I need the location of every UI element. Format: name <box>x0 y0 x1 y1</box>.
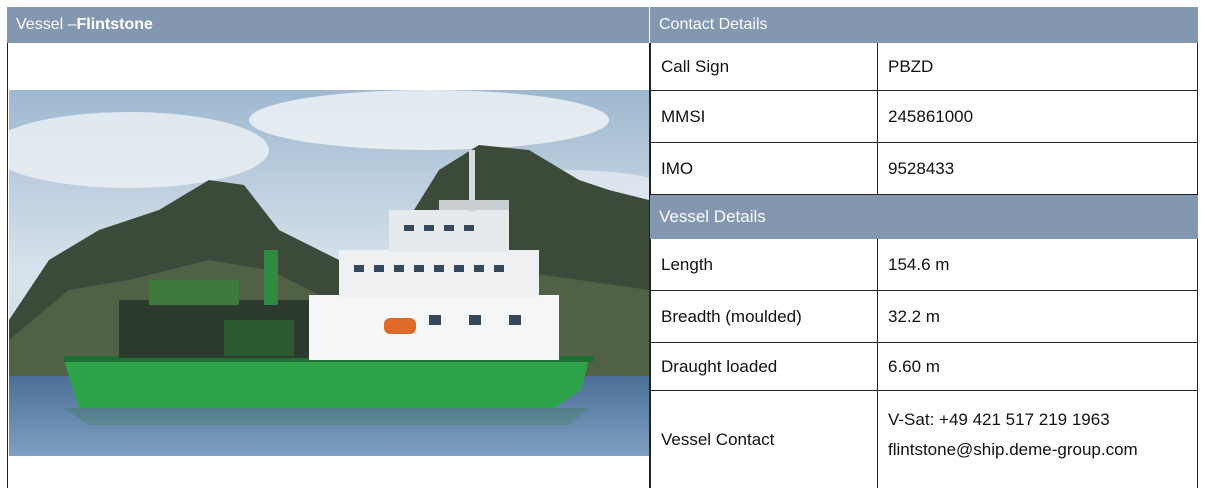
vessel-details-header: Vessel Details <box>650 195 1198 239</box>
vessel-name: Flintstone <box>76 16 153 33</box>
breadth-value: 32.2 m <box>878 291 1198 343</box>
vessel-details-title: Vessel Details <box>659 207 766 226</box>
vessel-photo <box>9 90 649 456</box>
vessel-header: Vessel – Flintstone <box>7 7 649 43</box>
vessel-email: flintstone@ship.deme-group.com <box>888 440 1138 459</box>
draught-label: Draught loaded <box>650 343 878 391</box>
call-sign-label: Call Sign <box>650 43 878 91</box>
imo-label: IMO <box>650 143 878 195</box>
draught-value: 6.60 m <box>878 343 1198 391</box>
vessel-contact-value: V-Sat: +49 421 517 219 1963 flintstone@s… <box>878 391 1198 488</box>
contact-details-title: Contact Details <box>659 16 768 33</box>
mmsi-label: MMSI <box>650 91 878 143</box>
breadth-label: Breadth (moulded) <box>650 291 878 343</box>
imo-value: 9528433 <box>878 143 1198 195</box>
length-value: 154.6 m <box>878 239 1198 291</box>
vessel-header-prefix: Vessel – <box>16 16 77 33</box>
mmsi-value: 245861000 <box>878 91 1198 143</box>
vessel-contact-label: Vessel Contact <box>650 391 878 488</box>
length-label: Length <box>650 239 878 291</box>
vsat-number: V-Sat: +49 421 517 219 1963 <box>888 410 1110 429</box>
contact-details-header: Contact Details <box>650 7 1198 43</box>
call-sign-value: PBZD <box>878 43 1198 91</box>
